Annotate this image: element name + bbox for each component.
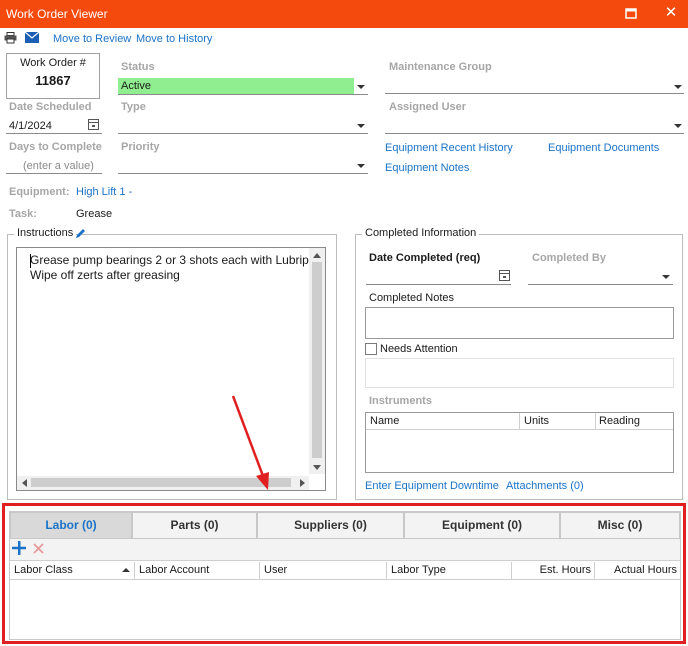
tab-suppliers[interactable]: Suppliers (0): [257, 512, 404, 539]
needs-attention-label: Needs Attention: [380, 343, 458, 355]
instructions-label: Instructions: [14, 227, 77, 239]
instruments-label: Instruments: [369, 395, 432, 407]
annotation-arrow: [231, 395, 269, 490]
maximize-icon[interactable]: [623, 6, 639, 22]
column-labor-account[interactable]: Labor Account: [135, 562, 260, 579]
column-divider: [595, 413, 596, 430]
move-to-history-link[interactable]: Move to History: [136, 33, 212, 45]
column-labor-class[interactable]: Labor Class: [10, 562, 135, 579]
days-to-complete-label: Days to Complete: [9, 141, 102, 153]
vertical-scroll-thumb[interactable]: [312, 262, 322, 458]
task-label: Task:: [9, 208, 37, 220]
priority-label: Priority: [121, 141, 160, 153]
days-to-complete-underline: [6, 173, 102, 174]
completed-by-select[interactable]: [528, 284, 673, 285]
equipment-link[interactable]: High Lift 1 -: [76, 186, 132, 198]
assigned-user-label: Assigned User: [389, 101, 467, 113]
equipment-recent-history-link[interactable]: Equipment Recent History: [385, 142, 513, 154]
status-value: Active: [121, 80, 151, 92]
work-order-label: Work Order #: [20, 57, 86, 69]
status-select[interactable]: Active: [118, 78, 354, 94]
work-order-number: 11867: [35, 73, 71, 88]
instructions-line-1: Grease pump bearings 2 or 3 shots each w…: [30, 253, 322, 267]
priority-dropdown-icon[interactable]: [357, 164, 365, 168]
priority-select[interactable]: [118, 173, 368, 174]
attachments-link[interactable]: Attachments (0): [506, 480, 584, 492]
close-icon[interactable]: ✕: [662, 4, 680, 22]
maintenance-group-label: Maintenance Group: [389, 61, 492, 73]
task-value: Grease: [76, 208, 113, 220]
assigned-user-dropdown-icon[interactable]: [674, 124, 682, 128]
type-select[interactable]: [118, 133, 368, 134]
date-completed-calendar-icon[interactable]: [499, 270, 510, 281]
work-order-box: Work Order # 11867: [6, 53, 100, 99]
column-user[interactable]: User: [260, 562, 387, 579]
equipment-notes-link[interactable]: Equipment Notes: [385, 162, 469, 174]
equipment-label: Equipment:: [9, 186, 70, 198]
completed-by-label: Completed By: [532, 252, 606, 264]
enter-equipment-downtime-link[interactable]: Enter Equipment Downtime: [365, 480, 499, 492]
edit-pencil-icon[interactable]: [75, 227, 87, 242]
column-actual-hours[interactable]: Actual Hours: [595, 562, 680, 579]
labor-toolbar: [10, 539, 680, 561]
completed-by-dropdown-icon[interactable]: [662, 275, 670, 279]
column-divider: [519, 413, 520, 430]
title-bar: Work Order Viewer ✕: [0, 0, 688, 28]
scroll-up-icon[interactable]: [313, 253, 321, 258]
tab-misc[interactable]: Misc (0): [560, 512, 680, 539]
instructions-vertical-scrollbar[interactable]: [309, 248, 325, 474]
completed-notes-input[interactable]: [365, 307, 674, 339]
instruments-column-units[interactable]: Units: [524, 415, 549, 427]
completed-notes-label: Completed Notes: [369, 292, 454, 304]
equipment-documents-link[interactable]: Equipment Documents: [548, 142, 659, 154]
calendar-icon[interactable]: [88, 119, 99, 130]
date-scheduled-underline: [6, 133, 102, 134]
scroll-down-icon[interactable]: [313, 465, 321, 470]
date-completed-input[interactable]: [366, 284, 511, 285]
window-title: Work Order Viewer: [6, 7, 108, 21]
labor-class-header-label: Labor Class: [14, 564, 73, 576]
sort-up-icon[interactable]: [122, 568, 130, 572]
tab-parts[interactable]: Parts (0): [132, 512, 257, 539]
delete-icon[interactable]: [33, 543, 44, 557]
tab-labor[interactable]: Labor (0): [10, 512, 132, 539]
instruments-column-reading[interactable]: Reading: [599, 415, 640, 427]
instructions-line-2: Wipe off zerts after greasing: [30, 268, 180, 282]
date-completed-label: Date Completed (req): [369, 252, 481, 264]
column-labor-type[interactable]: Labor Type: [387, 562, 512, 579]
column-est-hours[interactable]: Est. Hours: [512, 562, 595, 579]
instruments-column-name[interactable]: Name: [370, 415, 399, 427]
instructions-textarea[interactable]: Grease pump bearings 2 or 3 shots each w…: [16, 247, 326, 491]
needs-attention-checkbox[interactable]: [365, 343, 377, 355]
type-dropdown-icon[interactable]: [357, 124, 365, 128]
email-icon[interactable]: [24, 31, 40, 46]
scroll-left-icon[interactable]: [22, 479, 27, 487]
status-dropdown-icon[interactable]: [357, 85, 365, 89]
move-to-review-link[interactable]: Move to Review: [53, 33, 131, 45]
maintenance-group-dropdown-icon[interactable]: [674, 85, 682, 89]
date-scheduled-value[interactable]: 4/1/2024: [9, 120, 52, 132]
maintenance-group-select[interactable]: [385, 93, 684, 94]
days-to-complete-input[interactable]: (enter a value): [23, 160, 94, 172]
needs-attention-notes[interactable]: [365, 358, 674, 388]
scroll-right-icon[interactable]: [300, 479, 305, 487]
instruments-table: Name Units Reading: [365, 412, 674, 473]
status-label: Status: [121, 61, 155, 73]
assigned-user-select[interactable]: [385, 133, 684, 134]
add-icon[interactable]: [12, 541, 26, 558]
print-icon[interactable]: [4, 32, 17, 47]
date-scheduled-label: Date Scheduled: [9, 101, 92, 113]
completed-information-legend: Completed Information: [362, 227, 480, 239]
status-underline: [118, 94, 368, 95]
tab-equipment[interactable]: Equipment (0): [404, 512, 560, 539]
type-label: Type: [121, 101, 146, 113]
